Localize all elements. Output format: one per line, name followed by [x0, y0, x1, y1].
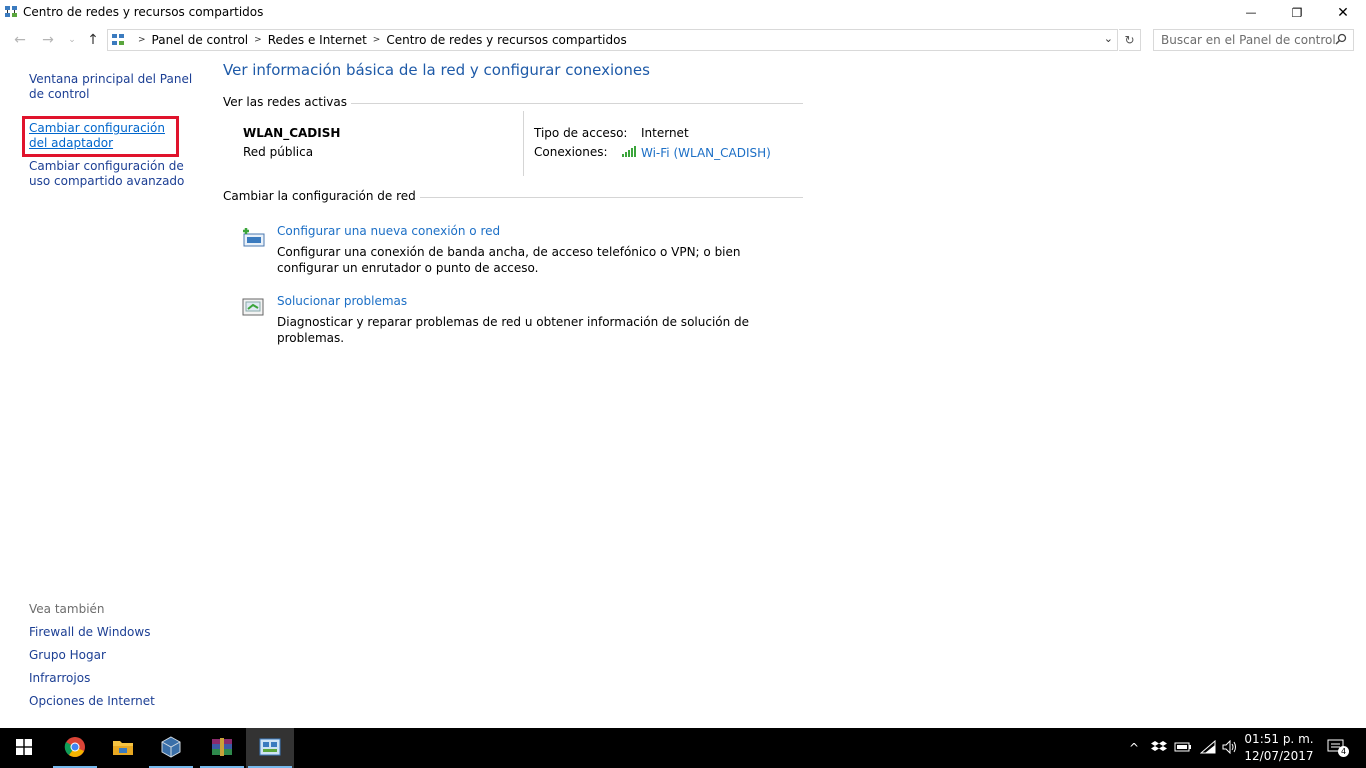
access-type-value: Internet [641, 126, 689, 140]
navigation-bar: ← → ⌄ ↑ > Panel de control > Redes e Int… [0, 28, 1366, 52]
volume-icon [1222, 739, 1238, 757]
up-button[interactable]: ↑ [84, 31, 102, 49]
show-hidden-icons-button[interactable]: ^ [1126, 728, 1142, 768]
back-button[interactable]: ← [11, 31, 29, 49]
taskbar-virtualbox[interactable] [147, 728, 195, 768]
notification-icon: 4 [1327, 739, 1349, 758]
setup-connection-description: Configurar una conexión de banda ancha, … [277, 245, 741, 275]
tray-dropbox[interactable] [1149, 728, 1169, 768]
network-name: WLAN_CADISH [243, 126, 341, 140]
network-divider [523, 111, 524, 176]
troubleshoot-icon [241, 296, 267, 318]
address-bar[interactable]: > Panel de control > Redes e Internet > … [107, 29, 1118, 51]
active-networks-label: Ver las redes activas [223, 95, 351, 109]
breadcrumb-control-panel[interactable]: Panel de control [152, 33, 249, 47]
wifi-signal-icon [622, 145, 637, 160]
search-placeholder: Buscar en el Panel de control [1161, 33, 1336, 47]
connections-label: Conexiones: [534, 145, 608, 159]
action-center-button[interactable]: 4 [1322, 728, 1350, 768]
see-also-homegroup-link[interactable]: Grupo Hogar [29, 648, 155, 671]
control-panel-home-link[interactable]: Ventana principal del Panel de control [29, 72, 209, 102]
start-button[interactable] [0, 728, 48, 768]
recent-locations-button[interactable]: ⌄ [63, 31, 81, 49]
minimize-button[interactable]: — [1228, 0, 1274, 25]
breadcrumb: > Panel de control > Redes e Internet > … [132, 33, 627, 47]
refresh-icon: ↻ [1124, 33, 1135, 47]
restore-icon: ❐ [1291, 5, 1303, 20]
notification-count-badge: 4 [1338, 745, 1349, 757]
breadcrumb-separator-icon: > [254, 35, 262, 45]
refresh-button[interactable]: ↻ [1119, 29, 1141, 51]
wifi-icon [1199, 739, 1216, 757]
change-adapter-settings-link[interactable]: Cambiar configuración del adaptador [29, 121, 179, 151]
chevron-up-icon: ^ [1128, 741, 1140, 755]
breadcrumb-separator-icon: > [138, 35, 146, 45]
battery-icon [1174, 741, 1192, 756]
control-panel-icon [111, 33, 125, 50]
windows-logo-icon [16, 738, 32, 758]
troubleshoot-description: Diagnosticar y reparar problemas de red … [277, 315, 750, 345]
tray-wifi[interactable] [1198, 728, 1218, 768]
wifi-connection-link[interactable]: Wi-Fi (WLAN_CADISH) [622, 145, 771, 160]
system-clock[interactable]: 01:51 p. m. 12/07/2017 [1238, 731, 1320, 765]
page-title: Ver información básica de la red y confi… [223, 61, 650, 79]
access-type-label: Tipo de acceso: [534, 126, 628, 140]
clock-date: 12/07/2017 [1244, 749, 1314, 763]
up-arrow-icon: ↑ [87, 32, 99, 48]
virtualbox-icon [160, 735, 182, 761]
setup-connection-link[interactable]: Configurar una nueva conexión o red [277, 224, 500, 238]
back-arrow-icon: ← [14, 32, 26, 48]
left-pane: Ventana principal del Panel de control [29, 72, 209, 102]
advanced-sharing-settings-link[interactable]: Cambiar configuración de uso compartido … [29, 159, 204, 189]
taskbar-control-panel[interactable] [246, 728, 294, 768]
see-also-section: Vea también Firewall de Windows Grupo Ho… [29, 602, 155, 717]
search-input[interactable]: Buscar en el Panel de control [1153, 29, 1354, 51]
tray-battery[interactable] [1173, 728, 1193, 768]
wifi-connection-label: Wi-Fi (WLAN_CADISH) [641, 145, 771, 160]
main-content: Ver información básica de la red y confi… [223, 61, 803, 205]
archive-icon [210, 737, 234, 760]
breadcrumb-network-center[interactable]: Centro de redes y recursos compartidos [386, 33, 626, 47]
see-also-header: Vea también [29, 602, 105, 616]
folder-icon [112, 738, 134, 759]
forward-button[interactable]: → [39, 31, 57, 49]
taskbar: ^ 01:51 p. m. 12/07/2017 4 [0, 728, 1366, 768]
close-icon: ✕ [1337, 4, 1349, 21]
search-icon[interactable] [1335, 33, 1347, 48]
breadcrumb-network-internet[interactable]: Redes e Internet [268, 33, 367, 47]
minimize-icon: — [1245, 6, 1257, 19]
chrome-icon [64, 736, 86, 761]
dropbox-icon [1151, 740, 1167, 757]
active-networks-header: Ver las redes activas [223, 95, 803, 111]
forward-arrow-icon: → [42, 32, 54, 48]
control-panel-icon [259, 738, 281, 759]
chevron-down-icon: ⌄ [68, 35, 76, 45]
new-connection-icon [241, 226, 267, 248]
change-settings-header: Cambiar la configuración de red [223, 189, 803, 205]
breadcrumb-separator-icon: > [372, 35, 381, 45]
see-also-internet-options-link[interactable]: Opciones de Internet [29, 694, 155, 717]
close-button[interactable]: ✕ [1320, 0, 1366, 25]
active-network-panel: WLAN_CADISH Red pública Tipo de acceso: … [223, 111, 803, 181]
restore-button[interactable]: ❐ [1274, 0, 1320, 25]
network-type-link[interactable]: Red pública [243, 145, 313, 159]
network-center-icon [4, 5, 18, 19]
see-also-infrared-link[interactable]: Infrarrojos [29, 671, 155, 694]
title-bar: Centro de redes y recursos compartidos —… [0, 0, 1366, 25]
taskbar-chrome[interactable] [51, 728, 99, 768]
clock-time: 01:51 p. m. [1244, 732, 1314, 746]
address-dropdown-icon[interactable]: ⌄ [1104, 32, 1113, 45]
see-also-firewall-link[interactable]: Firewall de Windows [29, 625, 155, 648]
tray-volume[interactable] [1220, 728, 1240, 768]
taskbar-file-explorer[interactable] [99, 728, 147, 768]
change-settings-label: Cambiar la configuración de red [223, 189, 420, 203]
troubleshoot-link[interactable]: Solucionar problemas [277, 294, 407, 308]
window-title: Centro de redes y recursos compartidos [23, 5, 264, 19]
taskbar-winrar[interactable] [198, 728, 246, 768]
